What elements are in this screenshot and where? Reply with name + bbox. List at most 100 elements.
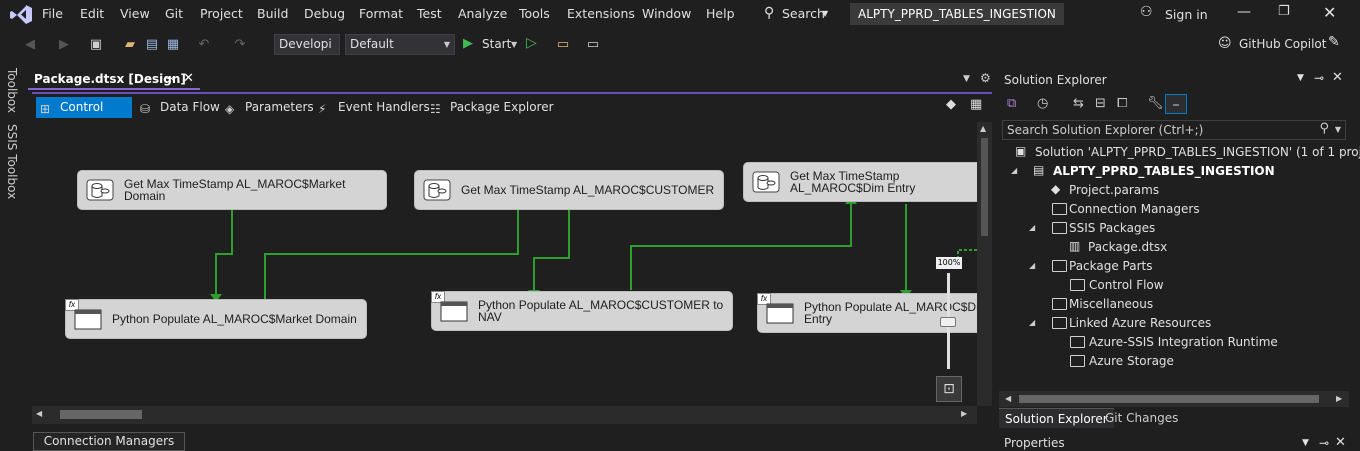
task-get-max-timestamp-market[interactable]: Get Max TimeStamp AL_MAROC$Market Domain bbox=[77, 170, 387, 210]
task-get-max-timestamp-customer[interactable]: Get Max TimeStamp AL_MAROC$CUSTOMER bbox=[414, 170, 724, 210]
ssis-toolbox-tab[interactable]: SSIS Toolbox bbox=[5, 124, 19, 199]
copilot-button[interactable]: GitHub Copilot bbox=[1239, 37, 1326, 51]
tab-git-changes[interactable]: Git Changes bbox=[1099, 408, 1184, 428]
tab-solution-explorer[interactable]: Solution Explorer bbox=[999, 408, 1114, 428]
redo-icon[interactable]: ↷ bbox=[232, 37, 248, 53]
menu-debug[interactable]: Debug bbox=[304, 6, 345, 21]
left-tool-rail: Toolbox SSIS Toolbox bbox=[0, 62, 26, 451]
properties-wrench-icon[interactable]: 🔧︎ bbox=[1147, 96, 1164, 111]
pin-icon[interactable]: ⊸ bbox=[1314, 71, 1324, 85]
menu-help[interactable]: Help bbox=[706, 6, 735, 21]
restore-icon[interactable]: ❐ bbox=[1278, 4, 1290, 19]
start-without-debug-icon[interactable]: ▷ bbox=[526, 35, 537, 51]
scroll-left-icon[interactable]: ◀ bbox=[36, 409, 42, 418]
back-icon[interactable]: ◀ bbox=[22, 37, 38, 53]
new-project-icon[interactable]: ▣ bbox=[88, 37, 104, 53]
tab-control-flow[interactable]: ⊞ Control Flow bbox=[36, 97, 132, 135]
main-toolbar: ◀ ▶ ▣ ▰ ▤ ▦ ↶ ↷ Developi Default ▼ ▶ Sta… bbox=[0, 29, 1360, 62]
menu-format[interactable]: Format bbox=[359, 6, 403, 21]
sync-icon[interactable]: ⇆ bbox=[1073, 96, 1084, 111]
control-flow-canvas[interactable]: Get Max TimeStamp AL_MAROC$Market Domain… bbox=[32, 122, 977, 406]
zoom-thumb[interactable] bbox=[940, 317, 956, 327]
menu-analyze[interactable]: Analyze bbox=[458, 6, 507, 21]
toolbox-tab[interactable]: Toolbox bbox=[5, 68, 19, 113]
forward-icon[interactable]: ▶ bbox=[56, 37, 72, 53]
task-python-populate-customer[interactable]: fx Python Populate AL_MAROC$CUSTOMER to … bbox=[431, 291, 733, 331]
pane-menu-icon[interactable]: ▼ bbox=[1297, 73, 1304, 83]
solution-horizontal-scrollbar[interactable]: ◀ ▶ bbox=[999, 391, 1349, 407]
configuration-dropdown[interactable]: Developi bbox=[274, 34, 340, 55]
window-layout-icon[interactable]: ▭ bbox=[585, 37, 601, 53]
canvas-vertical-scrollbar[interactable]: ▲ bbox=[977, 122, 992, 406]
feedback-icon[interactable]: ✎ bbox=[1328, 34, 1340, 50]
open-folder-icon[interactable]: ▰ bbox=[122, 37, 138, 53]
menu-file[interactable]: File bbox=[42, 6, 63, 21]
variables-icon[interactable]: ◆ bbox=[946, 97, 956, 112]
close-icon[interactable]: ✕ bbox=[1335, 435, 1346, 450]
solution-search-input[interactable]: Search Solution Explorer (Ctrl+;) ⚲ ▼ bbox=[1002, 120, 1346, 140]
sign-in-link[interactable]: Sign in bbox=[1165, 7, 1208, 22]
pin-icon[interactable]: ⊸ bbox=[166, 72, 175, 85]
show-all-files-icon[interactable]: ⧠ bbox=[1117, 96, 1127, 111]
menu-extensions[interactable]: Extensions bbox=[567, 6, 635, 21]
fit-to-window-icon[interactable]: ⊡ bbox=[936, 376, 962, 402]
chevron-down-icon: ▼ bbox=[443, 40, 450, 49]
scroll-thumb[interactable] bbox=[60, 410, 142, 419]
menu-build[interactable]: Build bbox=[257, 6, 288, 21]
undo-icon[interactable]: ↶ bbox=[196, 37, 212, 53]
attach-icon[interactable]: ▭ bbox=[555, 37, 571, 53]
expand-icon[interactable]: ◢ bbox=[1029, 223, 1035, 232]
preview-selected-icon[interactable]: ⎯ bbox=[1165, 94, 1187, 114]
expand-icon[interactable]: ◢ bbox=[1011, 166, 1017, 175]
close-tab-icon[interactable]: ✕ bbox=[183, 71, 194, 86]
platform-dropdown[interactable]: Default ▼ bbox=[345, 34, 455, 55]
menu-edit[interactable]: Edit bbox=[80, 6, 104, 21]
tab-data-flow[interactable]: ⛁ Data Flow bbox=[136, 97, 228, 118]
copilot-icon[interactable]: ☺ bbox=[1218, 36, 1232, 51]
start-button[interactable]: Start bbox=[482, 37, 511, 51]
collapse-all-icon[interactable]: ⊟ bbox=[1095, 96, 1106, 111]
grid-options-icon[interactable]: ▦ bbox=[970, 97, 982, 112]
pin-icon[interactable]: ⊸ bbox=[1319, 436, 1329, 450]
scroll-thumb[interactable] bbox=[981, 138, 988, 236]
scroll-thumb[interactable] bbox=[1019, 395, 1319, 403]
save-icon[interactable]: ▤ bbox=[144, 37, 160, 53]
task-python-populate-market[interactable]: fx Python Populate AL_MAROC$Market Domai… bbox=[65, 299, 367, 339]
task-get-max-timestamp-dim[interactable]: Get Max TimeStamp AL_MAROC$Dim Entry bbox=[743, 162, 977, 202]
scroll-right-icon[interactable]: ▶ bbox=[1336, 394, 1342, 403]
connection-managers-tab[interactable]: Connection Managers bbox=[33, 432, 185, 451]
minimize-icon[interactable]: — bbox=[1237, 4, 1251, 20]
scroll-right-icon[interactable]: ▶ bbox=[961, 409, 967, 418]
search-icon: ⚲ bbox=[1319, 121, 1329, 136]
solution-explorer-toolbar: ⧉ ◷ ⇆ ⊟ ⧠ 🔧︎ ⎯ bbox=[999, 92, 1349, 118]
start-play-icon[interactable]: ▶ bbox=[463, 36, 473, 51]
document-tab-package[interactable]: Package.dtsx [Design] ⊸ ✕ bbox=[28, 70, 200, 90]
save-all-icon[interactable]: ▦ bbox=[165, 37, 181, 53]
menu-tools[interactable]: Tools bbox=[519, 6, 550, 21]
pending-changes-icon[interactable]: ◷ bbox=[1037, 96, 1048, 111]
tab-overflow-icon[interactable]: ▼ bbox=[963, 74, 970, 84]
start-dropdown-icon[interactable]: ▼ bbox=[511, 40, 517, 49]
close-icon[interactable]: ✕ bbox=[1332, 70, 1343, 85]
menu-project[interactable]: Project bbox=[200, 6, 243, 21]
menu-view[interactable]: View bbox=[120, 6, 150, 21]
settings-gear-icon[interactable]: ⚙ bbox=[980, 71, 991, 85]
canvas-horizontal-scrollbar[interactable]: ◀ ▶ bbox=[32, 406, 977, 424]
tab-parameters[interactable]: ◈ Parameters bbox=[221, 97, 322, 118]
project-label: ALPTY_PPRD_TABLES_INGESTION bbox=[1053, 164, 1275, 178]
tab-package-explorer[interactable]: ☷ Package Explorer bbox=[426, 97, 562, 118]
zoom-slider[interactable]: 100% bbox=[936, 257, 962, 372]
scroll-left-icon[interactable]: ◀ bbox=[1005, 394, 1011, 403]
pane-menu-icon[interactable]: ▼ bbox=[1302, 438, 1309, 448]
close-icon[interactable]: ✕ bbox=[1323, 3, 1336, 22]
expand-icon[interactable]: ◢ bbox=[1029, 318, 1035, 327]
expand-icon[interactable]: ◢ bbox=[1029, 261, 1035, 270]
vs-logo-icon[interactable] bbox=[10, 5, 32, 24]
menu-git[interactable]: Git bbox=[165, 6, 183, 21]
menu-test[interactable]: Test bbox=[417, 6, 442, 21]
menu-window[interactable]: Window bbox=[642, 6, 691, 21]
tab-event-handlers[interactable]: ⚡ Event Handlers bbox=[314, 97, 438, 118]
switch-views-icon[interactable]: ⧉ bbox=[1007, 96, 1016, 111]
scroll-up-icon[interactable]: ▲ bbox=[980, 124, 986, 133]
sign-in-icon[interactable]: ⚇ bbox=[1140, 4, 1153, 20]
